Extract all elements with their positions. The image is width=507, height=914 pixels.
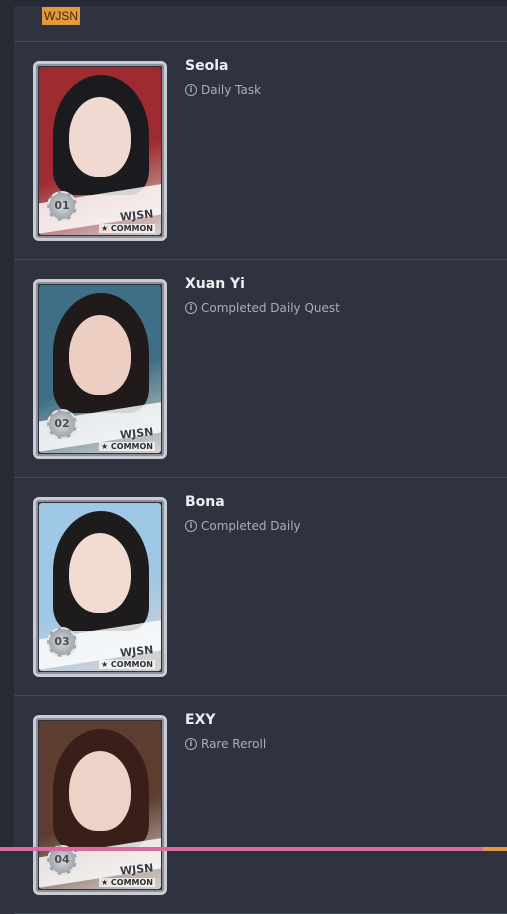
card-task: i Completed Daily Quest [185,301,340,315]
card-number-badge: 03 [47,627,77,657]
card-number-badge: 02 [47,409,77,439]
info-icon: i [185,738,197,750]
card-task: i Daily Task [185,83,261,97]
list-item[interactable]: 04 WJSN ★ COMMON EXY i Rare Reroll [14,696,507,914]
bottom-accent-bar [0,847,507,851]
left-sidebar-edge [0,0,14,851]
info-icon: i [185,84,197,96]
card-photo: 04 WJSN ★ COMMON [39,721,161,889]
group-tag: WJSN [42,7,80,25]
card-group-logo: WJSN [119,425,154,442]
list-header: WJSN [14,0,507,42]
card-task-label: Completed Daily Quest [201,301,340,315]
card-image[interactable]: 01 WJSN ★ COMMON [33,61,167,241]
card-name: Xuan Yi [185,276,245,292]
card-rarity-label: ★ COMMON [98,442,155,451]
list-item[interactable]: 02 WJSN ★ COMMON Xuan Yi i Completed Dai… [14,260,507,478]
card-image[interactable]: 03 WJSN ★ COMMON [33,497,167,677]
card-number-badge: 01 [47,191,77,221]
card-photo: 03 WJSN ★ COMMON [39,503,161,671]
card-face [69,533,131,613]
card-image[interactable]: 04 WJSN ★ COMMON [33,715,167,895]
card-rarity-label: ★ COMMON [98,878,155,887]
card-name: Bona [185,494,225,510]
card-image[interactable]: 02 WJSN ★ COMMON [33,279,167,459]
card-face [69,751,131,831]
card-group-logo: WJSN [119,207,154,224]
list-item[interactable]: 01 WJSN ★ COMMON Seola i Daily Task [14,42,507,260]
card-task-label: Completed Daily [201,519,301,533]
card-photo: 02 WJSN ★ COMMON [39,285,161,453]
card-list: 01 WJSN ★ COMMON Seola i Daily Task 02 W… [14,42,507,914]
card-photo: 01 WJSN ★ COMMON [39,67,161,235]
bottom-corner-accent [483,847,507,851]
list-item[interactable]: 03 WJSN ★ COMMON Bona i Completed Daily [14,478,507,696]
card-name: Seola [185,58,229,74]
card-task: i Rare Reroll [185,737,266,751]
card-task-label: Daily Task [201,83,262,97]
info-icon: i [185,520,197,532]
card-task: i Completed Daily [185,519,301,533]
card-task-label: Rare Reroll [201,737,267,751]
card-rarity-label: ★ COMMON [98,660,155,669]
card-group-logo: WJSN [119,861,154,878]
card-rarity-label: ★ COMMON [98,224,155,233]
card-name: EXY [185,712,216,728]
card-face [69,97,131,177]
info-icon: i [185,302,197,314]
card-face [69,315,131,395]
card-group-logo: WJSN [119,643,154,660]
